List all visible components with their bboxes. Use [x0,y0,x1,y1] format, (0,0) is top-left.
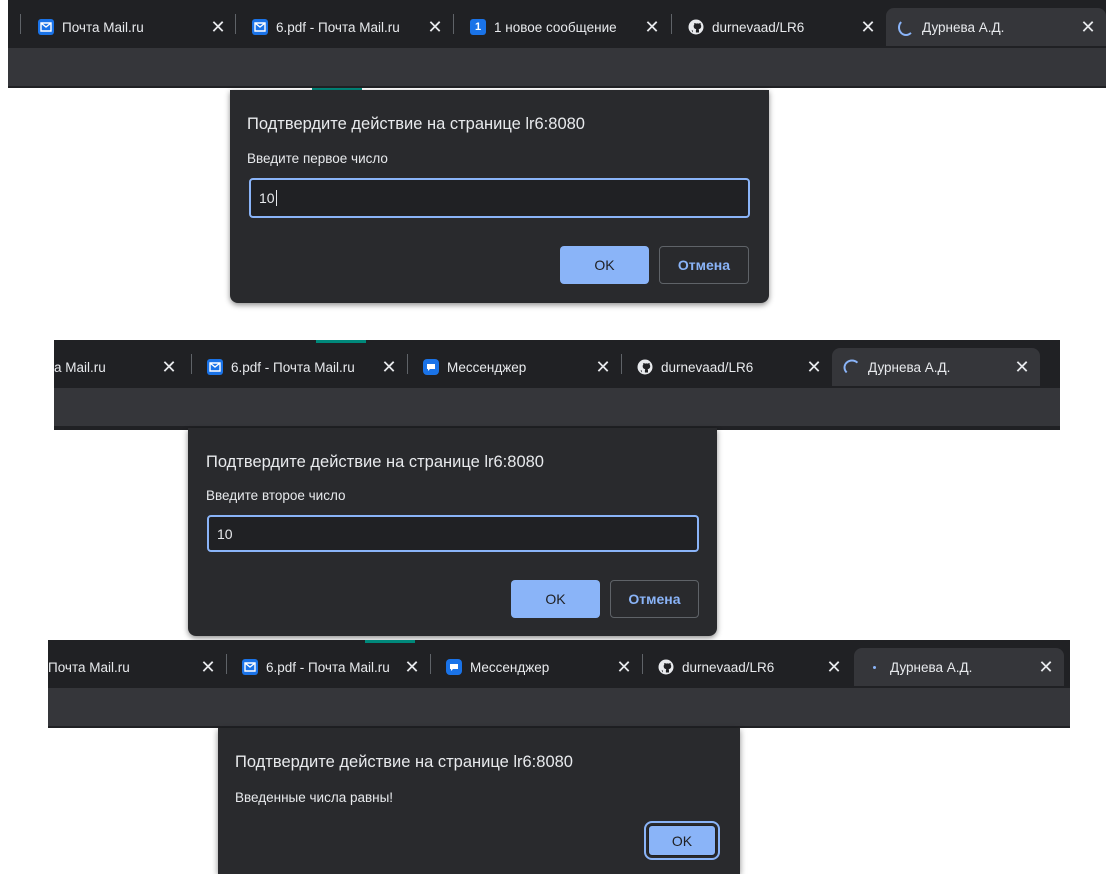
page-loading-bar [365,640,415,643]
dialog-title: Подтвердите действие на странице lr6:808… [235,753,573,771]
input-value: 10 [259,190,275,206]
close-tab-icon[interactable]: ✕ [858,17,878,37]
dialog-message: Введенные числа равны! [235,790,394,805]
mail-icon [252,19,268,35]
tab-title: durnevaad/LR6 [682,659,775,675]
close-tab-icon[interactable]: ✕ [198,657,218,677]
github-icon [637,359,653,375]
tab-separator [453,14,454,34]
messenger-icon [446,659,462,675]
messenger-icon [423,359,439,375]
tab-active-page[interactable]: Дурнева А.Д. ✕ [886,8,1106,46]
tab-title: 1 новое сообщение [494,19,617,35]
tab-pdf-mail[interactable]: 6.pdf - Почта Mail.ru ✕ [230,648,430,686]
tab-title: 6.pdf - Почта Mail.ru [276,19,400,35]
dialog-message: Введите второе число [206,488,346,503]
github-icon [688,19,704,35]
mail-icon [207,359,223,375]
tab-separator [20,14,21,34]
close-tab-icon[interactable]: ✕ [425,17,445,37]
tab-separator [191,354,192,374]
browser-toolbar [54,388,1060,426]
tab-title: durnevaad/LR6 [661,359,754,375]
screenshot-second-prompt: а Mail.ru ✕ 6.pdf - Почта Mail.ru ✕ Месс… [54,340,1060,636]
cancel-button[interactable]: Отмена [659,246,749,284]
browser-toolbar [8,48,1106,86]
tab-active-page[interactable]: Дурнева А.Д. ✕ [854,648,1064,686]
browser-toolbar [48,688,1070,726]
close-tab-icon[interactable]: ✕ [1078,17,1098,37]
prompt-input[interactable]: 10 [249,178,750,218]
tab-title: Почта Mail.ru [62,19,144,35]
tab-mail[interactable]: Почта Mail.ru ✕ [48,648,226,686]
tab-github[interactable]: durnevaad/LR6 ✕ [646,648,852,686]
tab-new-message[interactable]: 1 1 новое сообщение ✕ [458,8,670,46]
tab-strip: а Mail.ru ✕ 6.pdf - Почта Mail.ru ✕ Месс… [54,340,1060,388]
tab-separator [621,354,622,374]
notification-count-icon: 1 [470,19,486,35]
dialog-message: Введите первое число [247,151,388,166]
tab-mail[interactable]: Почта Mail.ru ✕ [26,8,236,46]
close-tab-icon[interactable]: ✕ [159,357,179,377]
tab-mail[interactable]: а Mail.ru ✕ [54,348,187,386]
close-tab-icon[interactable]: ✕ [1012,357,1032,377]
tab-separator [226,654,227,674]
close-tab-icon[interactable]: ✕ [593,357,613,377]
screenshot-first-prompt: Почта Mail.ru ✕ 6.pdf - Почта Mail.ru ✕ … [8,0,1106,304]
prompt-dialog: Подтвердите действие на странице lr6:808… [230,90,769,303]
text-caret [275,190,277,206]
close-tab-icon[interactable]: ✕ [208,17,228,37]
tab-separator [430,654,431,674]
tab-separator [642,654,643,674]
input-value: 10 [217,525,233,542]
tab-separator [671,14,672,34]
tab-strip: Почта Mail.ru ✕ 6.pdf - Почта Mail.ru ✕ … [48,640,1070,688]
mail-icon [242,659,258,675]
screenshot-result-alert: Почта Mail.ru ✕ 6.pdf - Почта Mail.ru ✕ … [48,640,1070,874]
tab-title: durnevaad/LR6 [712,19,805,35]
tab-messenger[interactable]: Мессенджер ✕ [434,648,642,686]
tab-github[interactable]: durnevaad/LR6 ✕ [625,348,832,386]
ok-button[interactable]: OK [511,580,600,618]
prompt-dialog: Подтвердите действие на странице lr6:808… [188,428,717,636]
tab-title: Дурнева А.Д. [922,19,1005,35]
close-tab-icon[interactable]: ✕ [824,657,844,677]
tab-pdf-mail[interactable]: 6.pdf - Почта Mail.ru ✕ [195,348,407,386]
ok-button[interactable]: OK [560,246,649,284]
github-icon [658,659,674,675]
dialog-title: Подтвердите действие на странице lr6:808… [206,453,544,471]
tab-title: Мессенджер [470,659,550,675]
tab-strip: Почта Mail.ru ✕ 6.pdf - Почта Mail.ru ✕ … [8,0,1106,48]
loading-spinner-icon [866,659,882,675]
tab-separator [235,14,236,34]
tab-messenger[interactable]: Мессенджер ✕ [411,348,621,386]
prompt-input[interactable]: 10 [207,515,699,552]
close-tab-icon[interactable]: ✕ [804,357,824,377]
loading-spinner-icon [843,359,861,375]
dialog-title: Подтвердите действие на странице lr6:808… [247,115,585,133]
mail-icon [38,19,54,35]
close-tab-icon[interactable]: ✕ [402,657,422,677]
ok-button[interactable]: OK [644,821,720,860]
tab-pdf-mail[interactable]: 6.pdf - Почта Mail.ru ✕ [240,8,453,46]
tab-title: Мессенджер [447,359,527,375]
tab-active-page[interactable]: Дурнева А.Д. ✕ [832,348,1040,386]
close-tab-icon[interactable]: ✕ [1036,657,1056,677]
page-loading-bar [316,340,366,343]
tab-title: Почта Mail.ru [48,659,130,675]
tab-title: 6.pdf - Почта Mail.ru [266,659,390,675]
close-tab-icon[interactable]: ✕ [379,357,399,377]
tab-title: а Mail.ru [54,359,106,375]
loading-spinner-icon [898,18,914,36]
tab-title: 6.pdf - Почта Mail.ru [231,359,355,375]
tab-title: Дурнева А.Д. [890,659,973,675]
cancel-button[interactable]: Отмена [610,580,699,618]
close-tab-icon[interactable]: ✕ [642,17,662,37]
close-tab-icon[interactable]: ✕ [614,657,634,677]
tab-title: Дурнева А.Д. [868,359,951,375]
toolbar-edge [8,86,1106,88]
tab-separator [407,354,408,374]
tab-github[interactable]: durnevaad/LR6 ✕ [676,8,886,46]
alert-dialog: Подтвердите действие на странице lr6:808… [218,728,740,874]
